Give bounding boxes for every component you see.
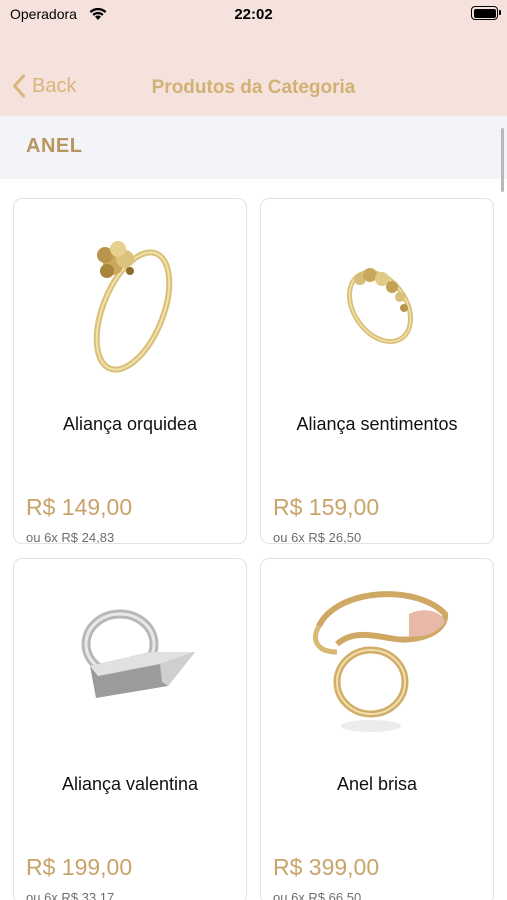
installment-price: ou 6x R$ 26,50 [273, 530, 362, 544]
product-image [14, 199, 246, 399]
silver-ring-icon [81, 609, 195, 698]
product-name: Aliança sentimentos [296, 414, 458, 434]
status-bar: Operadora 22:02 [0, 0, 507, 30]
product-price: R$ 149,00 [26, 494, 133, 520]
gold-ring-icon [347, 268, 413, 345]
product-card[interactable]: Aliança valentina R$ 199,00 ou 6x R$ 33,… [13, 558, 247, 900]
product-price: R$ 159,00 [273, 494, 380, 520]
product-name: Anel brisa [336, 774, 418, 794]
page-title: Produtos da Categoria [151, 77, 356, 98]
product-image [14, 559, 246, 759]
product-card[interactable]: Aliança orquidea R$ 149,00 ou 6x R$ 24,8… [13, 198, 247, 544]
category-header: ANEL [0, 116, 507, 179]
product-name: Aliança valentina [61, 774, 199, 794]
category-title: ANEL [26, 135, 83, 157]
product-card[interactable]: Aliança sentimentos R$ 159,00 ou 6x R$ 2… [260, 198, 494, 544]
battery-icon [471, 6, 501, 20]
product-price: R$ 399,00 [273, 854, 380, 880]
scrollbar[interactable] [501, 128, 504, 192]
gold-ring-icon [93, 241, 173, 373]
header: Operadora 22:02 Back Produtos da Categor… [0, 0, 507, 116]
clock: 22:02 [234, 6, 273, 23]
product-image [261, 559, 493, 759]
installment-price: ou 6x R$ 66,50 [273, 890, 362, 900]
gold-ring-icon [313, 591, 448, 732]
product-card[interactable]: Anel brisa R$ 399,00 ou 6x R$ 66,50 [260, 558, 494, 900]
installment-price: ou 6x R$ 24,83 [26, 530, 115, 544]
product-image [261, 199, 493, 399]
product-price: R$ 199,00 [26, 854, 133, 880]
navigation-bar: Back Produtos da Categoria [0, 60, 507, 116]
product-name: Aliança orquidea [62, 414, 198, 434]
installment-price: ou 6x R$ 33,17 [26, 890, 115, 900]
